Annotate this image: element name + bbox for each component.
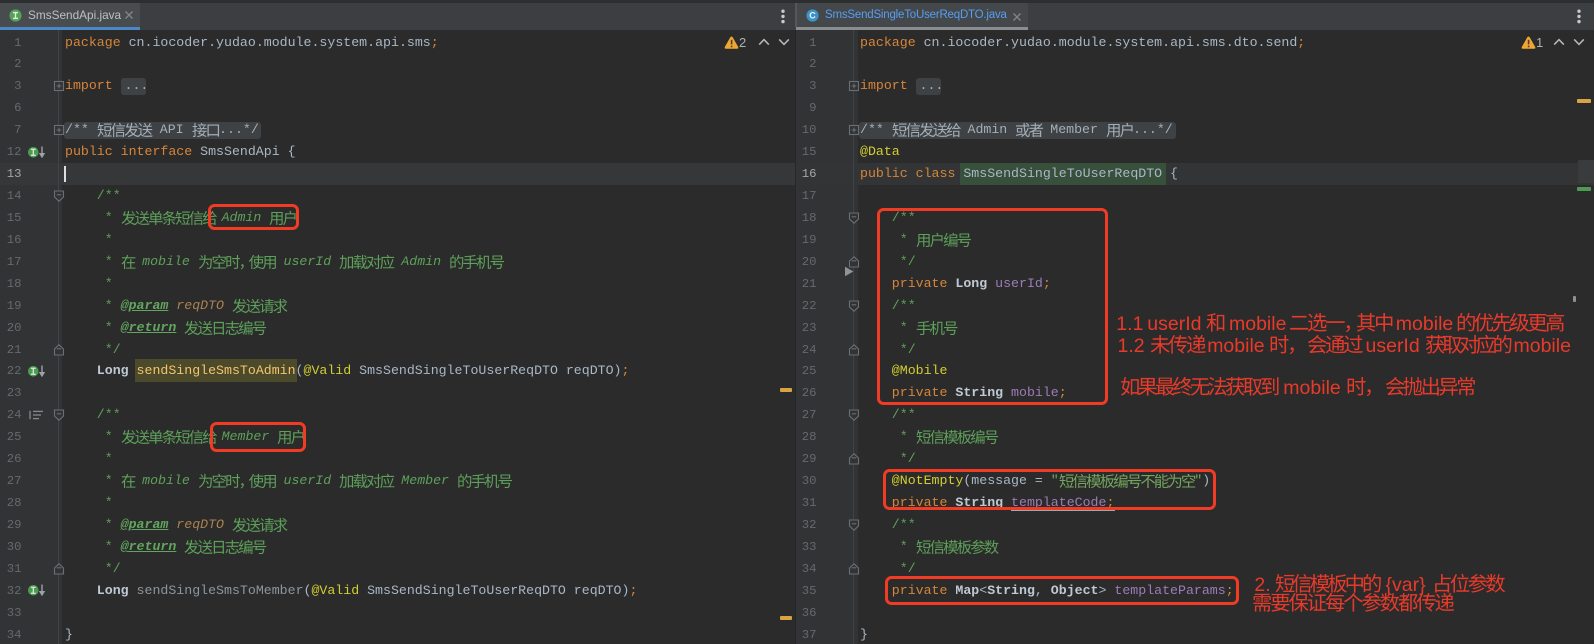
svg-text:C: C [809,10,816,20]
